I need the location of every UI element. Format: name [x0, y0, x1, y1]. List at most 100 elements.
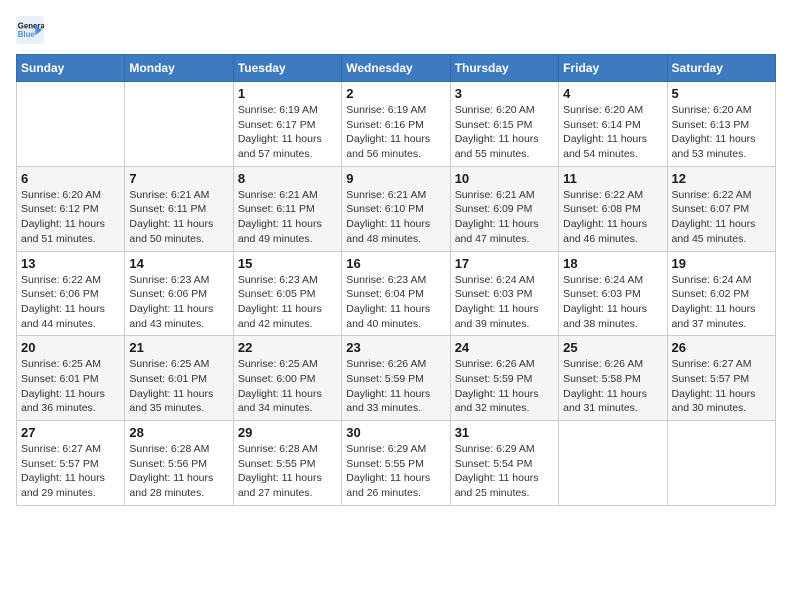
- calendar-cell: [125, 82, 233, 167]
- day-number: 10: [455, 171, 554, 186]
- day-detail: Sunrise: 6:20 AM Sunset: 6:15 PM Dayligh…: [455, 103, 554, 162]
- day-number: 17: [455, 256, 554, 271]
- day-number: 26: [672, 340, 771, 355]
- calendar-body: 1 Sunrise: 6:19 AM Sunset: 6:17 PM Daylig…: [17, 82, 776, 506]
- day-number: 24: [455, 340, 554, 355]
- day-detail: Sunrise: 6:23 AM Sunset: 6:04 PM Dayligh…: [346, 273, 445, 332]
- day-detail: Sunrise: 6:22 AM Sunset: 6:07 PM Dayligh…: [672, 188, 771, 247]
- calendar-cell: 28Sunrise: 6:28 AM Sunset: 5:56 PM Dayli…: [125, 421, 233, 506]
- day-number: 2: [346, 86, 445, 101]
- day-header-friday: Friday: [559, 55, 667, 82]
- calendar-cell: 2 Sunrise: 6:19 AM Sunset: 6:16 PM Daylig…: [342, 82, 450, 167]
- day-detail: Sunrise: 6:22 AM Sunset: 6:08 PM Dayligh…: [563, 188, 662, 247]
- calendar-cell: 16 Sunrise: 6:23 AM Sunset: 6:04 PM Dayli…: [342, 251, 450, 336]
- day-detail: Sunrise: 6:27 AM Sunset: 5:57 PM Dayligh…: [672, 357, 771, 416]
- day-number: 30: [346, 425, 445, 440]
- calendar-cell: 12 Sunrise: 6:22 AM Sunset: 6:07 PM Dayli…: [667, 166, 775, 251]
- day-number: 4: [563, 86, 662, 101]
- day-detail: Sunrise: 6:21 AM Sunset: 6:10 PM Dayligh…: [346, 188, 445, 247]
- day-number: 29: [238, 425, 337, 440]
- day-number: 18: [563, 256, 662, 271]
- calendar-cell: 13 Sunrise: 6:22 AM Sunset: 6:06 PM Dayli…: [17, 251, 125, 336]
- day-number: 25: [563, 340, 662, 355]
- calendar-cell: 24 Sunrise: 6:26 AM Sunset: 5:59 PM Dayli…: [450, 336, 558, 421]
- day-detail: Sunrise: 6:26 AM Sunset: 5:59 PM Dayligh…: [346, 357, 445, 416]
- day-header-wednesday: Wednesday: [342, 55, 450, 82]
- day-number: 12: [672, 171, 771, 186]
- day-detail: Sunrise: 6:22 AM Sunset: 6:06 PM Dayligh…: [21, 273, 120, 332]
- calendar-cell: 22Sunrise: 6:25 AM Sunset: 6:00 PM Dayli…: [233, 336, 341, 421]
- calendar-cell: 17 Sunrise: 6:24 AM Sunset: 6:03 PM Dayli…: [450, 251, 558, 336]
- calendar-week-3: 13 Sunrise: 6:22 AM Sunset: 6:06 PM Dayli…: [17, 251, 776, 336]
- calendar-cell: 25Sunrise: 6:26 AM Sunset: 5:58 PM Dayli…: [559, 336, 667, 421]
- day-header-monday: Monday: [125, 55, 233, 82]
- day-detail: Sunrise: 6:24 AM Sunset: 6:03 PM Dayligh…: [455, 273, 554, 332]
- day-number: 31: [455, 425, 554, 440]
- calendar-cell: 29 Sunrise: 6:28 AM Sunset: 5:55 PM Dayli…: [233, 421, 341, 506]
- day-detail: Sunrise: 6:23 AM Sunset: 6:06 PM Dayligh…: [129, 273, 228, 332]
- calendar-cell: 21Sunrise: 6:25 AM Sunset: 6:01 PM Dayli…: [125, 336, 233, 421]
- calendar-cell: 3 Sunrise: 6:20 AM Sunset: 6:15 PM Daylig…: [450, 82, 558, 167]
- calendar-cell: 19 Sunrise: 6:24 AM Sunset: 6:02 PM Dayli…: [667, 251, 775, 336]
- day-detail: Sunrise: 6:21 AM Sunset: 6:11 PM Dayligh…: [129, 188, 228, 247]
- logo-icon: General Blue: [16, 16, 44, 44]
- day-number: 9: [346, 171, 445, 186]
- day-number: 19: [672, 256, 771, 271]
- calendar-cell: 20 Sunrise: 6:25 AM Sunset: 6:01 PM Dayli…: [17, 336, 125, 421]
- day-detail: Sunrise: 6:24 AM Sunset: 6:03 PM Dayligh…: [563, 273, 662, 332]
- day-detail: Sunrise: 6:24 AM Sunset: 6:02 PM Dayligh…: [672, 273, 771, 332]
- calendar-cell: 18 Sunrise: 6:24 AM Sunset: 6:03 PM Dayli…: [559, 251, 667, 336]
- calendar-cell: 26 Sunrise: 6:27 AM Sunset: 5:57 PM Dayli…: [667, 336, 775, 421]
- day-detail: Sunrise: 6:28 AM Sunset: 5:55 PM Dayligh…: [238, 442, 337, 501]
- page-header: General Blue: [16, 16, 776, 44]
- logo: General Blue: [16, 16, 44, 44]
- calendar-cell: 1 Sunrise: 6:19 AM Sunset: 6:17 PM Daylig…: [233, 82, 341, 167]
- calendar-week-2: 6 Sunrise: 6:20 AM Sunset: 6:12 PM Daylig…: [17, 166, 776, 251]
- calendar-cell: 9 Sunrise: 6:21 AM Sunset: 6:10 PM Daylig…: [342, 166, 450, 251]
- day-detail: Sunrise: 6:27 AM Sunset: 5:57 PM Dayligh…: [21, 442, 120, 501]
- calendar-cell: 5Sunrise: 6:20 AM Sunset: 6:13 PM Daylig…: [667, 82, 775, 167]
- calendar-cell: 4Sunrise: 6:20 AM Sunset: 6:14 PM Daylig…: [559, 82, 667, 167]
- calendar-cell: 6 Sunrise: 6:20 AM Sunset: 6:12 PM Daylig…: [17, 166, 125, 251]
- calendar-cell: [17, 82, 125, 167]
- day-detail: Sunrise: 6:29 AM Sunset: 5:55 PM Dayligh…: [346, 442, 445, 501]
- calendar-cell: [667, 421, 775, 506]
- day-number: 13: [21, 256, 120, 271]
- day-detail: Sunrise: 6:19 AM Sunset: 6:16 PM Dayligh…: [346, 103, 445, 162]
- calendar-cell: 30 Sunrise: 6:29 AM Sunset: 5:55 PM Dayli…: [342, 421, 450, 506]
- day-number: 20: [21, 340, 120, 355]
- calendar-cell: 7 Sunrise: 6:21 AM Sunset: 6:11 PM Daylig…: [125, 166, 233, 251]
- calendar-cell: 31 Sunrise: 6:29 AM Sunset: 5:54 PM Dayli…: [450, 421, 558, 506]
- day-header-saturday: Saturday: [667, 55, 775, 82]
- calendar-week-4: 20 Sunrise: 6:25 AM Sunset: 6:01 PM Dayli…: [17, 336, 776, 421]
- calendar-week-1: 1 Sunrise: 6:19 AM Sunset: 6:17 PM Daylig…: [17, 82, 776, 167]
- day-number: 16: [346, 256, 445, 271]
- day-detail: Sunrise: 6:25 AM Sunset: 6:01 PM Dayligh…: [21, 357, 120, 416]
- calendar-cell: 8Sunrise: 6:21 AM Sunset: 6:11 PM Daylig…: [233, 166, 341, 251]
- day-number: 14: [129, 256, 228, 271]
- day-number: 27: [21, 425, 120, 440]
- day-detail: Sunrise: 6:23 AM Sunset: 6:05 PM Dayligh…: [238, 273, 337, 332]
- day-detail: Sunrise: 6:19 AM Sunset: 6:17 PM Dayligh…: [238, 103, 337, 162]
- day-number: 22: [238, 340, 337, 355]
- day-detail: Sunrise: 6:20 AM Sunset: 6:13 PM Dayligh…: [672, 103, 771, 162]
- day-number: 1: [238, 86, 337, 101]
- calendar-cell: 11Sunrise: 6:22 AM Sunset: 6:08 PM Dayli…: [559, 166, 667, 251]
- calendar-cell: 15 Sunrise: 6:23 AM Sunset: 6:05 PM Dayli…: [233, 251, 341, 336]
- svg-text:Blue: Blue: [18, 30, 36, 39]
- day-header-thursday: Thursday: [450, 55, 558, 82]
- day-detail: Sunrise: 6:26 AM Sunset: 5:59 PM Dayligh…: [455, 357, 554, 416]
- day-detail: Sunrise: 6:20 AM Sunset: 6:12 PM Dayligh…: [21, 188, 120, 247]
- day-number: 7: [129, 171, 228, 186]
- day-detail: Sunrise: 6:21 AM Sunset: 6:09 PM Dayligh…: [455, 188, 554, 247]
- day-detail: Sunrise: 6:25 AM Sunset: 6:01 PM Dayligh…: [129, 357, 228, 416]
- day-header-tuesday: Tuesday: [233, 55, 341, 82]
- day-number: 6: [21, 171, 120, 186]
- day-number: 3: [455, 86, 554, 101]
- day-number: 8: [238, 171, 337, 186]
- calendar-cell: 23Sunrise: 6:26 AM Sunset: 5:59 PM Dayli…: [342, 336, 450, 421]
- calendar-cell: 27 Sunrise: 6:27 AM Sunset: 5:57 PM Dayli…: [17, 421, 125, 506]
- day-number: 15: [238, 256, 337, 271]
- calendar-header: SundayMondayTuesdayWednesdayThursdayFrid…: [17, 55, 776, 82]
- day-detail: Sunrise: 6:29 AM Sunset: 5:54 PM Dayligh…: [455, 442, 554, 501]
